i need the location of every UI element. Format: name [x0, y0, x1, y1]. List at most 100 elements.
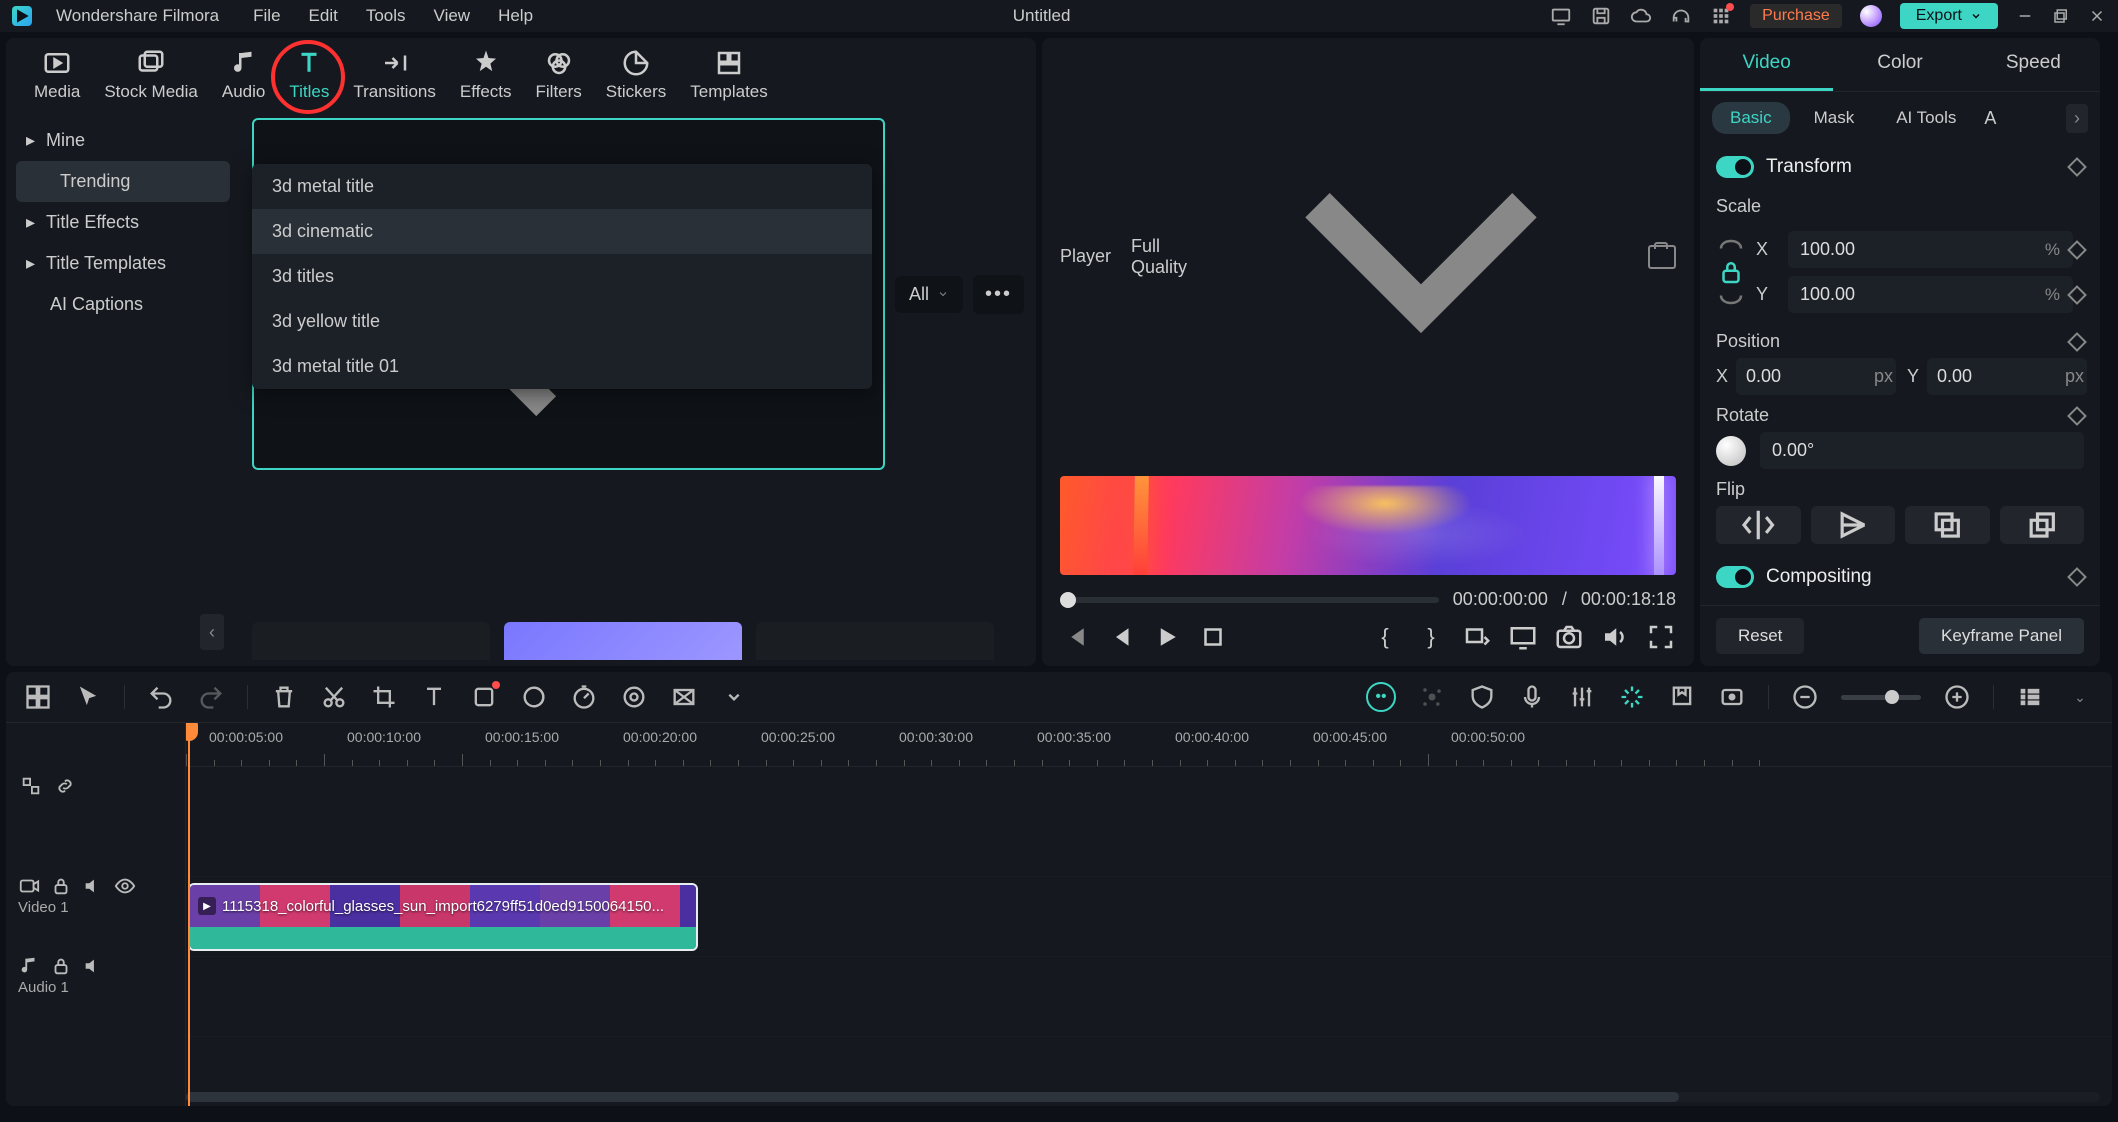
flip-vertical-button[interactable]	[1811, 506, 1896, 544]
props-tab-speed[interactable]: Speed	[1967, 38, 2100, 91]
mute-track-icon[interactable]	[82, 875, 104, 897]
quality-dropdown[interactable]: Full Quality	[1131, 50, 1628, 464]
timeline-ruler[interactable]: 00:00:05:0000:00:10:0000:00:15:0000:00:2…	[186, 723, 2112, 767]
props-tab-color[interactable]: Color	[1833, 38, 1966, 91]
speed-icon[interactable]	[570, 683, 598, 711]
timeline-scrollbar[interactable]	[186, 1092, 2100, 1102]
screen-icon[interactable]	[1550, 5, 1572, 27]
collapse-sidebar-button[interactable]: ‹	[200, 614, 224, 650]
subtab-next-icon[interactable]: ›	[2066, 104, 2088, 133]
tiles-grid[interactable]: Lorem ipsum dolor⬇ Subtitle 2 ART⬇ Art T…	[252, 482, 1024, 660]
scale-y-input[interactable]	[1788, 276, 2073, 313]
display-icon[interactable]	[1508, 622, 1538, 652]
mask-tool-icon[interactable]	[670, 683, 698, 711]
snapshot-icon[interactable]	[1648, 245, 1676, 269]
flip-copy2-button[interactable]	[2000, 506, 2085, 544]
track-size-dropdown-icon[interactable]: ⌄	[2066, 683, 2094, 711]
mixer-icon[interactable]	[1568, 683, 1596, 711]
hide-track-icon[interactable]	[114, 875, 136, 897]
text-icon[interactable]	[420, 683, 448, 711]
sidebar-item-mine[interactable]: ▸Mine	[6, 120, 240, 161]
mark-out-icon[interactable]: }	[1416, 622, 1446, 652]
keyframe-diamond-icon[interactable]	[2067, 157, 2087, 177]
export-button[interactable]: Export	[1900, 3, 1998, 29]
keyframe-diamond-icon[interactable]	[2067, 567, 2087, 587]
position-y-input[interactable]	[1927, 358, 2087, 395]
zoom-out-icon[interactable]	[1791, 683, 1819, 711]
menu-view[interactable]: View	[434, 6, 471, 26]
delete-icon[interactable]	[270, 683, 298, 711]
tab-audio[interactable]: Audio	[222, 48, 265, 102]
tab-titles[interactable]: Titles	[289, 48, 329, 102]
window-close-icon[interactable]	[2088, 7, 2106, 25]
title-tile[interactable]: Lorem Ipsum⬇ Title 29	[756, 622, 994, 660]
sidebar-item-title-effects[interactable]: ▸Title Effects	[6, 202, 240, 243]
shield-icon[interactable]	[1468, 683, 1496, 711]
lock-track-icon[interactable]	[50, 955, 72, 977]
user-avatar[interactable]	[1860, 5, 1882, 27]
subtab-mask[interactable]: Mask	[1796, 102, 1873, 134]
fullscreen-icon[interactable]	[1646, 622, 1676, 652]
camera-icon[interactable]	[1554, 622, 1584, 652]
redo-icon[interactable]	[197, 683, 225, 711]
timeline-tracks-area[interactable]: 00:00:05:0000:00:10:0000:00:15:0000:00:2…	[186, 723, 2112, 1106]
track-icon[interactable]	[620, 683, 648, 711]
suggestion-item[interactable]: 3d titles	[252, 254, 872, 299]
rotate-dial[interactable]	[1716, 436, 1746, 466]
zoom-in-icon[interactable]	[1943, 683, 1971, 711]
headphones-icon[interactable]	[1670, 5, 1692, 27]
crop-icon[interactable]	[370, 683, 398, 711]
keyframe-diamond-icon[interactable]	[2067, 406, 2087, 426]
sparkle-icon[interactable]	[1418, 683, 1446, 711]
subtab-basic[interactable]: Basic	[1712, 102, 1790, 134]
volume-icon[interactable]	[1600, 622, 1630, 652]
video-track-header[interactable]: Video 1	[6, 869, 185, 949]
sidebar-item-trending[interactable]: Trending	[16, 161, 230, 202]
enhance-icon[interactable]	[1618, 683, 1646, 711]
ai-assistant-icon[interactable]: ••	[1366, 682, 1396, 712]
position-x-input[interactable]	[1736, 358, 1896, 395]
tab-stickers[interactable]: Stickers	[606, 48, 666, 102]
cut-icon[interactable]	[320, 683, 348, 711]
color-icon[interactable]	[520, 683, 548, 711]
flip-copy-button[interactable]	[1905, 506, 1990, 544]
tab-media[interactable]: Media	[34, 48, 80, 102]
rotate-input[interactable]	[1760, 432, 2084, 469]
menu-file[interactable]: File	[253, 6, 280, 26]
lock-track-icon[interactable]	[50, 875, 72, 897]
save-icon[interactable]	[1590, 5, 1612, 27]
menu-tools[interactable]: Tools	[366, 6, 406, 26]
tab-filters[interactable]: Filters	[536, 48, 582, 102]
window-maximize-icon[interactable]	[2052, 7, 2070, 25]
preview-viewport[interactable]	[1060, 476, 1676, 575]
ratio-dropdown-icon[interactable]	[1462, 622, 1492, 652]
track-display-icon[interactable]	[2016, 683, 2044, 711]
transform-toggle[interactable]	[1716, 156, 1754, 178]
stop-icon[interactable]	[1198, 622, 1228, 652]
tab-stock-media[interactable]: Stock Media	[104, 48, 198, 102]
scale-x-input[interactable]	[1788, 231, 2073, 268]
suggestion-item[interactable]: 3d metal title	[252, 164, 872, 209]
menu-help[interactable]: Help	[498, 6, 533, 26]
cursor-icon[interactable]	[74, 683, 102, 711]
title-tile[interactable]: Lorem ipsum dolor⬇ Subtitle 2	[252, 622, 490, 660]
title-tile[interactable]: ART⬇ Art Title 26	[504, 622, 742, 660]
tab-templates[interactable]: Templates	[690, 48, 767, 102]
mark-in-icon[interactable]: {	[1370, 622, 1400, 652]
record-icon[interactable]	[470, 683, 498, 711]
capture-icon[interactable]	[1718, 683, 1746, 711]
menu-edit[interactable]: Edit	[309, 6, 338, 26]
play-icon[interactable]	[1152, 622, 1182, 652]
prev-frame-icon[interactable]	[1060, 622, 1090, 652]
layout-icon[interactable]	[24, 683, 52, 711]
lock-icon[interactable]	[1716, 257, 1746, 287]
step-back-icon[interactable]	[1106, 622, 1136, 652]
undo-icon[interactable]	[147, 683, 175, 711]
link-icon[interactable]	[54, 775, 76, 797]
reset-button[interactable]: Reset	[1716, 618, 1804, 654]
cloud-icon[interactable]	[1630, 5, 1652, 27]
mic-icon[interactable]	[1518, 683, 1546, 711]
suggestion-item[interactable]: 3d cinematic	[252, 209, 872, 254]
more-options-button[interactable]: •••	[973, 275, 1024, 314]
apps-icon[interactable]	[1710, 5, 1732, 27]
